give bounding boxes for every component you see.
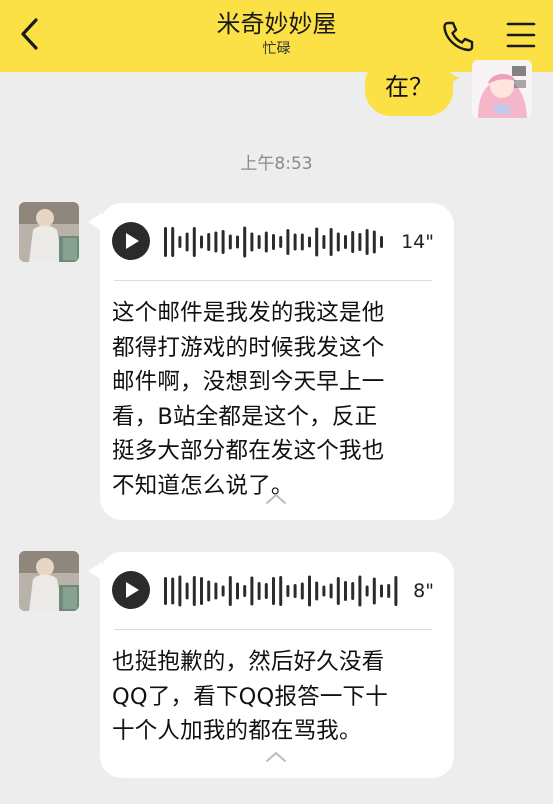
voice-duration: 8" [413, 580, 434, 602]
collapse-transcript-button[interactable] [264, 749, 288, 763]
voice-message-bubble: 8" 也挺抱歉的，然后好久没看 QQ了，看下QQ报答一下十 十个人加我的都在骂我… [88, 552, 454, 778]
contact-avatar[interactable] [19, 202, 79, 262]
top-bar: 米奇妙妙屋 忙碌 [0, 0, 553, 72]
play-icon[interactable] [112, 222, 150, 260]
menu-icon [506, 22, 536, 48]
voice-transcript: 也挺抱歉的，然后好久没看 QQ了，看下QQ报答一下十 十个人加我的都在骂我。 [112, 649, 388, 744]
voice-duration: 14" [401, 231, 434, 253]
voice-message-bubble: 14" 这个邮件是我发的我这是他 都得打游戏的时候我发这个 邮件啊，没想到今天早… [88, 203, 454, 520]
chevron-up-icon [266, 752, 286, 762]
call-button[interactable] [440, 18, 476, 54]
divider [114, 629, 432, 630]
menu-button[interactable] [504, 18, 538, 52]
voice-transcript: 这个邮件是我发的我这是他 都得打游戏的时候我发这个 邮件啊，没想到今天早上一 看… [112, 300, 385, 499]
chevron-up-icon [266, 494, 286, 504]
voice-player[interactable]: 14" [112, 217, 442, 265]
contact-avatar[interactable] [19, 551, 79, 611]
message-timestamp: 上午8:53 [240, 154, 313, 174]
waveform-icon [164, 575, 398, 607]
phone-icon [443, 21, 474, 52]
waveform-icon [164, 226, 383, 258]
contact-avatar-image [19, 202, 79, 262]
collapse-transcript-button[interactable] [264, 491, 288, 505]
sent-message-text: 在？ [385, 73, 433, 101]
contact-avatar-image [19, 551, 79, 611]
play-icon[interactable] [112, 571, 150, 609]
voice-player[interactable]: 8" [112, 566, 442, 614]
my-avatar[interactable] [472, 60, 532, 118]
anime-avatar-image [472, 60, 532, 118]
sent-message-bubble[interactable]: 在？ [365, 58, 459, 116]
divider [114, 280, 432, 281]
